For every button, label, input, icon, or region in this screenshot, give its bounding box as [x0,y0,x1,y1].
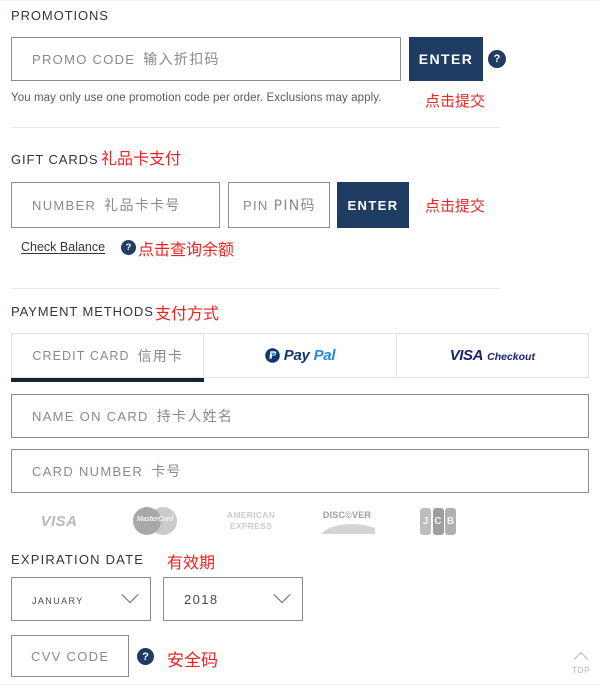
gift-card-number-placeholder: NUMBER [32,198,97,213]
discover-logo: DISC©VER [319,508,375,534]
visa-logo: VISA [40,512,78,530]
gift-card-pin-input[interactable]: PIN PIN码 [228,182,330,228]
expiration-month-select[interactable]: January [11,577,151,621]
gift-card-number-placeholder-wrap: NUMBER 礼品卡卡号 [12,195,181,215]
amex-logo-line1: AMERICAN [226,510,276,521]
promo-enter-annotation: 点击提交 [425,92,486,110]
top-divider [0,0,600,1]
accepted-card-brands: VISA MasterCard AMERICAN EXPRESS DISC©VE… [11,503,481,539]
gift-card-enter-button[interactable]: ENTER [337,182,409,228]
scroll-to-top-label: TOP [571,665,591,675]
amex-logo-line2: EXPRESS [229,521,273,531]
tab-credit-card-label: CREDIT CARD [32,348,130,363]
expiration-date-annotation: 有效期 [167,553,216,572]
brand-visa: VISA [11,513,107,530]
jcb-letter-b: B [445,507,456,535]
gift-cards-section-annotation: 礼品卡支付 [101,149,182,168]
name-on-card-placeholder-wrap: NAME ON CARD 持卡人姓名 [12,406,233,426]
payment-method-tabs: CREDIT CARD 信用卡 Pay Pal VISA Checkout [10,333,589,382]
payment-methods-section-annotation: 支付方式 [155,304,220,323]
check-balance-annotation: 点击查询余额 [138,240,235,259]
brand-amex: AMERICAN EXPRESS [203,510,299,531]
name-on-card-input[interactable]: NAME ON CARD 持卡人姓名 [11,394,589,438]
chevron-down-icon [273,586,291,604]
gift-cards-section-label: GIFT CARDS [11,152,99,167]
discover-swoosh [321,524,375,534]
check-balance-help-icon[interactable]: ? [121,240,136,255]
visa-checkout-checkout-word: Checkout [487,351,535,363]
promo-code-annotation: 输入折扣码 [143,52,220,68]
expiration-month-value: January [32,591,84,607]
promo-code-placeholder: PROMO CODE [32,52,136,67]
cvv-annotation: 安全码 [167,651,218,671]
cvv-help-icon[interactable]: ? [137,648,154,665]
brand-discover: DISC©VER [299,508,395,534]
chevron-down-icon [121,586,139,604]
promo-enter-button[interactable]: ENTER [409,37,483,81]
gift-card-enter-annotation: 点击提交 [425,197,486,215]
tab-credit-card[interactable]: CREDIT CARD 信用卡 [10,334,205,382]
jcb-logo: J C B [420,507,456,535]
paypal-mark-icon [264,348,280,363]
expiration-year-value: 2018 [184,591,219,607]
divider-promotions-giftcards [11,127,500,128]
brand-jcb: J C B [395,507,481,535]
expiration-year-select[interactable]: 2018 [163,577,303,621]
amex-logo: AMERICAN EXPRESS [227,510,275,531]
visa-checkout-logo: VISA Checkout [450,347,535,364]
tab-paypal[interactable]: Pay Pal [203,334,395,377]
promo-help-icon[interactable]: ? [488,50,506,68]
promo-code-input[interactable]: PROMO CODE 输入折扣码 [11,37,401,81]
card-number-input[interactable]: CARD NUMBER 卡号 [11,449,589,493]
checkout-payment-page: PROMOTIONS PROMO CODE 输入折扣码 ENTER ? You … [0,0,600,685]
cvv-placeholder-wrap: CVV CODE [12,649,109,664]
paypal-logo: Pay Pal [264,347,336,364]
promo-code-placeholder-wrap: PROMO CODE 输入折扣码 [12,49,220,69]
paypal-logo-pay: Pay [283,347,310,364]
gift-card-number-annotation: 礼品卡卡号 [104,198,181,214]
promotions-section-label: PROMOTIONS [11,8,109,23]
name-on-card-placeholder: NAME ON CARD [32,409,149,424]
card-number-placeholder-wrap: CARD NUMBER 卡号 [12,461,182,481]
gift-card-pin-placeholder: PIN [243,198,269,213]
tab-credit-card-annotation: 信用卡 [137,348,183,365]
discover-logo-label: DISC©VER [322,510,372,520]
name-on-card-annotation: 持卡人姓名 [156,409,234,425]
visa-checkout-visa-word: VISA [449,347,484,364]
check-balance-link[interactable]: Check Balance [21,240,105,254]
gift-card-number-input[interactable]: NUMBER 礼品卡卡号 [11,182,220,228]
mastercard-logo-label: MasterCard [136,516,174,523]
jcb-letter-j: J [420,507,431,535]
divider-giftcards-payment [11,288,500,289]
card-number-placeholder: CARD NUMBER [32,464,144,479]
expiration-date-label: EXPIRATION DATE [11,552,145,567]
chevron-up-icon [573,651,589,666]
jcb-letter-c: C [432,507,444,535]
tab-visa-checkout[interactable]: VISA Checkout [395,334,588,377]
card-number-annotation: 卡号 [151,464,182,480]
cvv-code-input[interactable]: CVV CODE [11,635,129,677]
brand-mastercard: MasterCard [107,507,203,535]
paypal-logo-pal: Pal [313,347,336,364]
payment-methods-section-label: PAYMENT METHODS [11,304,154,319]
promo-helper-text: You may only use one promotion code per … [11,92,382,104]
mastercard-logo: MasterCard [133,507,177,535]
scroll-to-top-button[interactable]: TOP [567,651,595,677]
gift-card-pin-placeholder-wrap: PIN PIN码 [229,195,316,215]
cvv-placeholder: CVV CODE [31,648,110,664]
gift-card-pin-annotation: PIN码 [273,198,316,214]
